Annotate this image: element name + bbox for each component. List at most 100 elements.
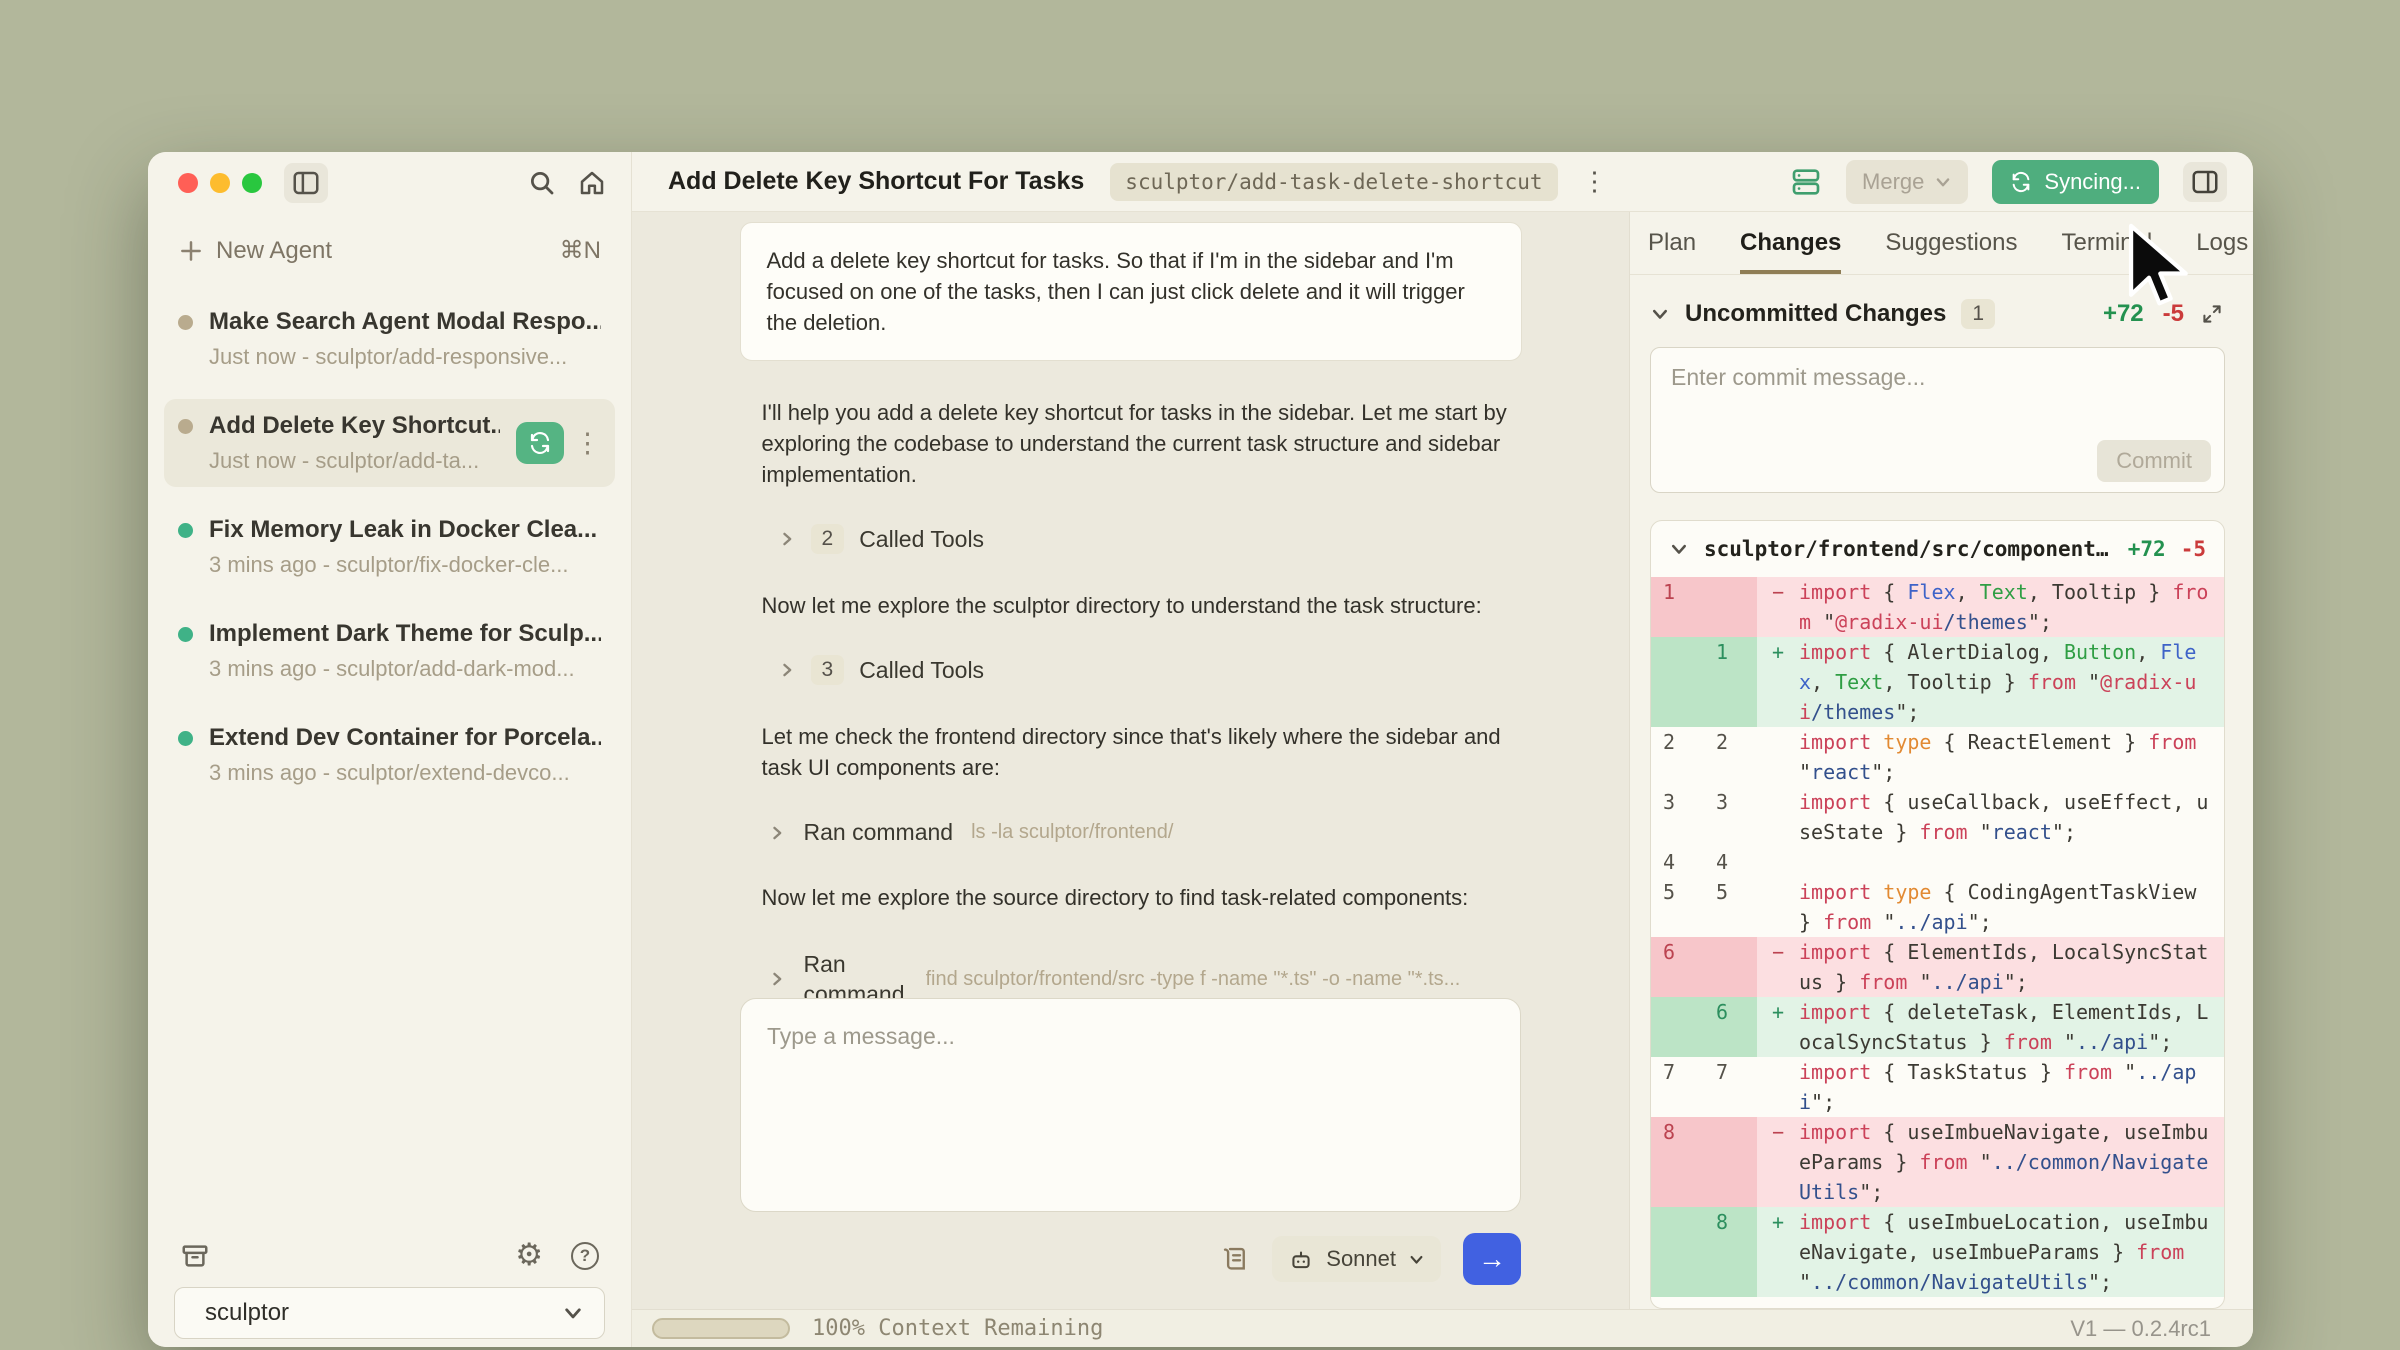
new-line-number: 6 — [1704, 997, 1757, 1057]
tab-bar: Plan Changes Suggestions Terminal Logs — [1630, 212, 2253, 275]
sidebar-toggle-button[interactable] — [284, 163, 328, 203]
new-line-number: 5 — [1704, 877, 1757, 937]
called-tools-label: Called Tools — [859, 657, 984, 684]
old-line-number: 5 — [1651, 877, 1704, 937]
tab-suggestions[interactable]: Suggestions — [1885, 229, 2017, 274]
agent-list-item[interactable]: Extend Dev Container for Porcela...3 min… — [164, 711, 615, 799]
context-remaining-label: 100% Context Remaining — [812, 1316, 1103, 1341]
tab-logs[interactable]: Logs — [2196, 229, 2248, 274]
command-text: ls -la sculptor/frontend/ — [971, 821, 1521, 844]
syncing-button[interactable]: Syncing... — [1992, 160, 2159, 204]
diff-marker — [1757, 1057, 1799, 1117]
model-name: Sonnet — [1326, 1246, 1396, 1272]
agent-list-item[interactable]: Fix Memory Leak in Docker Clea...3 mins … — [164, 503, 615, 591]
tool-count-badge: 2 — [811, 524, 845, 554]
assistant-message: Now let me explore the sculptor director… — [762, 590, 1522, 621]
merge-button[interactable]: Merge — [1846, 160, 1968, 204]
old-line-number: 3 — [1651, 787, 1704, 847]
tab-changes[interactable]: Changes — [1740, 229, 1841, 274]
ran-command-label: Ran command — [804, 949, 908, 998]
tab-terminal[interactable]: Terminal — [2062, 229, 2153, 274]
new-line-number — [1704, 937, 1757, 997]
agent-subtitle: Just now - sculptor/add-responsive... — [209, 344, 601, 370]
sync-button[interactable] — [516, 422, 564, 464]
agent-subtitle: Just now - sculptor/add-ta... — [209, 448, 500, 474]
chevron-down-icon — [1408, 1251, 1425, 1268]
old-line-number — [1651, 637, 1704, 727]
settings-gear-icon[interactable]: ⚙ — [515, 1240, 543, 1271]
right-panel-toggle-button[interactable] — [2183, 162, 2227, 202]
minimize-window-button[interactable] — [210, 173, 230, 193]
lines-added: +72 — [2103, 300, 2144, 328]
called-tools-toggle[interactable]: 2 Called Tools — [778, 524, 1522, 554]
agent-list-item[interactable]: Implement Dark Theme for Sculp...3 mins … — [164, 607, 615, 695]
assistant-message: Let me check the frontend directory sinc… — [762, 721, 1522, 783]
called-tools-toggle[interactable]: 3 Called Tools — [778, 655, 1522, 685]
agent-title: Implement Dark Theme for Sculp... — [209, 620, 601, 648]
composer: Sonnet → — [632, 998, 1629, 1309]
ran-command-toggle[interactable]: Ran command find sculptor/frontend/src -… — [768, 949, 1522, 998]
chevron-right-icon — [778, 661, 796, 679]
code-line: import { ElementIds, LocalSyncStatus } f… — [1799, 937, 2224, 997]
diff-file-name: sculptor/frontend/src/component… — [1704, 537, 2113, 561]
chevron-right-icon — [778, 530, 796, 548]
sidebar: New Agent ⌘N Make Search Agent Modal Res… — [148, 152, 632, 1347]
expand-icon[interactable] — [2199, 301, 2225, 327]
diff-marker — [1757, 877, 1799, 937]
new-line-number: 2 — [1704, 727, 1757, 787]
chevron-down-icon — [1650, 304, 1670, 324]
code-line — [1799, 847, 2224, 877]
code-line: import { Flex, Text, Tooltip } from "@ra… — [1799, 577, 2224, 637]
status-dot — [178, 315, 193, 330]
project-select[interactable]: sculptor — [174, 1287, 605, 1339]
new-line-number: 1 — [1704, 637, 1757, 727]
message-input[interactable] — [740, 998, 1521, 1212]
scroll-icon[interactable] — [1220, 1244, 1250, 1274]
stack-layers-icon[interactable] — [1790, 166, 1822, 198]
search-icon[interactable] — [527, 168, 557, 198]
kebab-menu-icon[interactable]: ⋮ — [574, 430, 601, 457]
main-area: Add Delete Key Shortcut For Tasks sculpt… — [632, 152, 2253, 1347]
close-window-button[interactable] — [178, 173, 198, 193]
help-icon[interactable]: ? — [571, 1242, 599, 1270]
commit-area: Commit — [1650, 347, 2225, 498]
new-agent-button[interactable]: New Agent ⌘N — [148, 214, 631, 275]
old-line-number — [1651, 1207, 1704, 1297]
chat-scroll-area[interactable]: Add a delete key shortcut for tasks. So … — [632, 212, 1629, 998]
diff-marker — [1757, 847, 1799, 877]
new-line-number — [1704, 577, 1757, 637]
agent-list-item[interactable]: Add Delete Key Shortcut... Just now - scu… — [164, 399, 615, 487]
ran-command-toggle[interactable]: Ran command ls -la sculptor/frontend/ — [768, 819, 1522, 846]
title-kebab-menu-icon[interactable]: ⋮ — [1582, 166, 1608, 197]
tool-count-badge: 3 — [811, 655, 845, 685]
diff-body[interactable]: 1−import { Flex, Text, Tooltip } from "@… — [1651, 577, 2224, 1308]
old-line-number: 1 — [1651, 577, 1704, 637]
model-select-button[interactable]: Sonnet — [1272, 1236, 1441, 1282]
home-icon[interactable] — [577, 168, 607, 198]
uncommitted-changes-header[interactable]: Uncommitted Changes 1 +72 -5 — [1630, 275, 2253, 345]
archive-icon[interactable] — [180, 1241, 210, 1271]
status-bar: 100% Context Remaining V1 — 0.2.4rc1 — [632, 1309, 2253, 1347]
agent-subtitle: 3 mins ago - sculptor/extend-devco... — [209, 760, 601, 786]
code-line: import { useImbueLocation, useImbueNavig… — [1799, 1207, 2224, 1297]
send-button[interactable]: → — [1463, 1233, 1521, 1285]
zoom-window-button[interactable] — [242, 173, 262, 193]
sidebar-footer: ⚙ ? sculptor — [148, 1232, 631, 1347]
tab-plan[interactable]: Plan — [1648, 229, 1696, 274]
new-agent-shortcut: ⌘N — [560, 236, 601, 265]
commit-button[interactable]: Commit — [2097, 440, 2211, 482]
agent-title: Add Delete Key Shortcut... — [209, 412, 500, 440]
code-line: import type { ReactElement } from "react… — [1799, 727, 2224, 787]
diff-row: 1−import { Flex, Text, Tooltip } from "@… — [1651, 577, 2224, 637]
new-line-number: 3 — [1704, 787, 1757, 847]
topbar: Add Delete Key Shortcut For Tasks sculpt… — [632, 152, 2253, 212]
code-line: import { deleteTask, ElementIds, LocalSy… — [1799, 997, 2224, 1057]
diff-card: sculptor/frontend/src/component… +72 -5 … — [1650, 520, 2225, 1309]
old-line-number: 2 — [1651, 727, 1704, 787]
sidebar-toggle-icon — [291, 168, 321, 198]
agent-list-item[interactable]: Make Search Agent Modal Respo...Just now… — [164, 295, 615, 383]
user-message: Add a delete key shortcut for tasks. So … — [740, 222, 1522, 361]
robot-icon — [1288, 1246, 1314, 1272]
diff-file-header[interactable]: sculptor/frontend/src/component… +72 -5 — [1651, 521, 2224, 577]
diff-row: 1+import { AlertDialog, Button, Flex, Te… — [1651, 637, 2224, 727]
